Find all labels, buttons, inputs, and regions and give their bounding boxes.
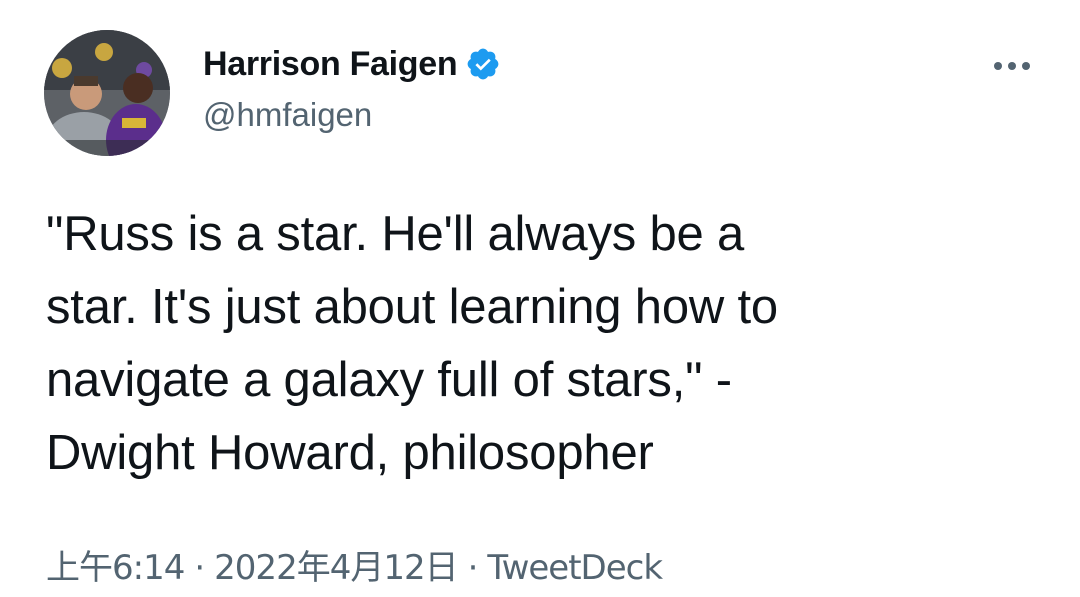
tweet-card: Harrison Faigen @hmfaigen "Russ is a sta… <box>0 0 1080 597</box>
tweet-text-line: Dwight Howard, philosopher <box>46 426 654 480</box>
tweet-text-line: "Russ is a star. He'll always be a <box>46 207 745 261</box>
author-name-row[interactable]: Harrison Faigen <box>203 42 501 86</box>
tweet-metadata: 上午6:14 · 2022年4月12日 · TweetDeck <box>46 540 663 589</box>
tweet-source[interactable]: TweetDeck <box>487 548 663 588</box>
avatar[interactable] <box>44 30 170 156</box>
tweet-text: "Russ is a star. He'll always be a star.… <box>46 198 1046 490</box>
tweet-date[interactable]: 2022年4月12日 <box>214 548 458 588</box>
meta-separator: · <box>194 548 205 588</box>
verified-badge-icon <box>465 46 501 82</box>
meta-separator: · <box>467 548 479 588</box>
avatar-image <box>44 30 170 156</box>
tweet-time[interactable]: 上午6:14 <box>46 548 185 588</box>
author-handle[interactable]: @hmfaigen <box>203 96 372 134</box>
tweet-text-line: star. It's just about learning how to <box>46 280 778 334</box>
more-options-icon[interactable] <box>990 58 1034 74</box>
tweet-text-line: navigate a galaxy full of stars," - <box>46 353 732 407</box>
display-name[interactable]: Harrison Faigen <box>203 45 458 84</box>
